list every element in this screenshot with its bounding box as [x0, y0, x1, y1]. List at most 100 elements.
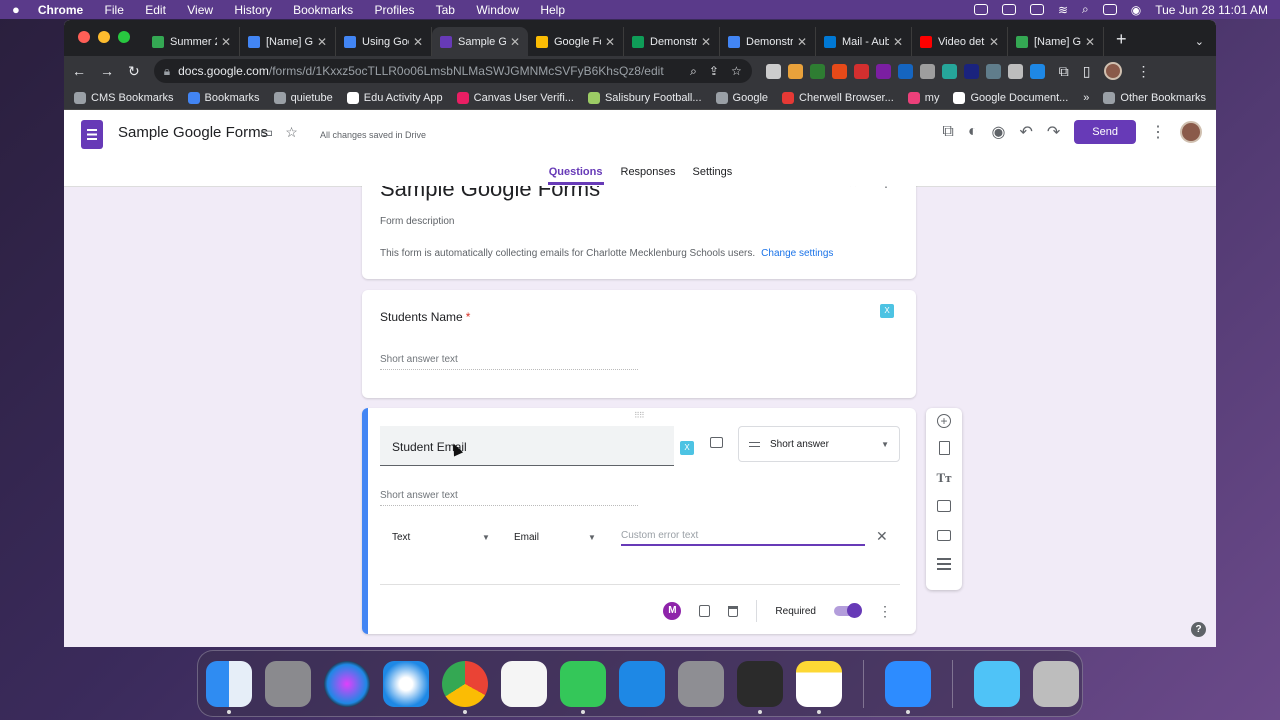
puzzle-icon[interactable]: ⧉ [1059, 63, 1069, 80]
control-center-icon[interactable] [1102, 4, 1117, 15]
validation-type-select[interactable]: Text ▼ [392, 532, 492, 543]
extension-icon[interactable] [897, 63, 913, 79]
browser-tab[interactable]: Demonstra ✕ [720, 27, 816, 56]
close-tab-icon[interactable]: ✕ [893, 35, 903, 49]
browser-tab[interactable]: [Name] Go ✕ [240, 27, 336, 56]
menu-file[interactable]: File [105, 3, 124, 17]
extension-icon[interactable] [919, 63, 935, 79]
browser-tab[interactable]: [Name] Go ✕ [1008, 27, 1104, 56]
forms-logo-icon[interactable] [81, 120, 103, 149]
trash-icon[interactable] [1033, 660, 1079, 707]
system-preferences-icon[interactable] [678, 660, 724, 707]
help-icon[interactable]: ? [1191, 622, 1206, 637]
launchpad-icon[interactable] [265, 660, 311, 707]
browser-tab[interactable]: Using Goo ✕ [336, 27, 432, 56]
extension-badge-icon[interactable]: X [880, 304, 894, 318]
star-icon[interactable]: ☆ [285, 124, 298, 141]
menu-app-name[interactable]: Chrome [38, 3, 83, 17]
record-icon[interactable] [973, 4, 988, 15]
extension-icon[interactable] [1029, 63, 1045, 79]
forward-icon[interactable]: → [100, 63, 114, 79]
reload-icon[interactable]: ↻ [128, 63, 140, 80]
bookmark-item[interactable]: Edu Activity App [346, 91, 443, 104]
sidepanel-icon[interactable]: ▯ [1083, 63, 1091, 80]
tab-questions[interactable]: Questions [547, 166, 604, 185]
browser-tab[interactable]: Google Fo ✕ [528, 27, 624, 56]
required-toggle[interactable] [834, 603, 862, 618]
apple-icon[interactable]: ● [12, 2, 20, 17]
minimize-window-button[interactable] [98, 31, 110, 43]
siri-icon[interactable]: ◉ [1131, 3, 1141, 17]
tab-search-chevron-icon[interactable]: ⌄ [1195, 35, 1204, 48]
close-tab-icon[interactable]: ✕ [989, 35, 999, 49]
menu-window[interactable]: Window [476, 3, 519, 17]
search-icon[interactable]: ⌕ [1082, 2, 1089, 17]
menu-history[interactable]: History [234, 3, 271, 17]
close-tab-icon[interactable]: ✕ [510, 35, 520, 49]
app-store-icon[interactable] [619, 660, 665, 707]
star-icon[interactable]: ☆ [731, 64, 742, 79]
extension-icon[interactable] [941, 63, 957, 79]
back-icon[interactable]: ← [72, 63, 86, 79]
question-card[interactable]: Students Name * X Short answer text [362, 290, 916, 398]
quicktime-icon[interactable] [737, 660, 783, 714]
chrome-icon[interactable] [442, 660, 488, 714]
screen-icon[interactable] [1001, 4, 1016, 15]
zoom-icon[interactable] [885, 660, 931, 714]
browser-tab[interactable]: Demonstra ✕ [624, 27, 720, 56]
menu-profiles[interactable]: Profiles [374, 3, 414, 17]
bookmark-item[interactable]: quietube [273, 91, 333, 104]
safari-icon[interactable] [383, 660, 429, 707]
wifi-icon[interactable]: ≋ [1058, 3, 1068, 17]
notes-icon[interactable] [796, 660, 842, 714]
close-tab-icon[interactable]: ✕ [317, 35, 327, 49]
add-question-icon[interactable]: + [937, 414, 951, 428]
close-tab-icon[interactable]: ✕ [797, 35, 807, 49]
extension-badge-icon[interactable]: X [680, 441, 694, 455]
bookmarks-overflow[interactable]: » [1083, 92, 1089, 104]
question-title-input[interactable]: Student Email [380, 426, 674, 466]
form-header-card[interactable]: Sample Google Forms ✕ ⋮ Form description… [362, 186, 916, 279]
zoom-icon[interactable]: ⌕ [690, 64, 697, 79]
account-avatar[interactable] [1180, 121, 1202, 143]
bookmark-item[interactable]: Google [715, 91, 768, 104]
browser-tab[interactable]: Summer 2 ✕ [144, 27, 240, 56]
battery-icon[interactable] [1029, 4, 1044, 15]
tab-responses[interactable]: Responses [621, 166, 676, 185]
extension-icon[interactable] [809, 63, 825, 79]
form-description[interactable]: Form description [380, 216, 454, 227]
validation-rule-select[interactable]: Email ▼ [514, 532, 602, 543]
extension-icon[interactable] [1007, 63, 1023, 79]
form-heading[interactable]: Sample Google Forms [380, 186, 600, 202]
menu-view[interactable]: View [187, 3, 213, 17]
more-options-icon[interactable]: ⋮ [1150, 122, 1166, 142]
menu-help[interactable]: Help [540, 3, 565, 17]
close-tab-icon[interactable]: ✕ [1085, 35, 1095, 49]
finder-icon[interactable] [206, 660, 252, 714]
browser-tab-active[interactable]: Sample Go ✕ [432, 27, 528, 56]
bookmark-item[interactable]: Google Document... [953, 91, 1068, 104]
other-bookmarks[interactable]: Other Bookmarks [1103, 91, 1206, 104]
more-icon[interactable]: ⋮ [880, 186, 892, 190]
browser-tab[interactable]: Video det ✕ [912, 27, 1008, 56]
preview-eye-icon[interactable]: ◉ [992, 122, 1006, 142]
bookmark-item[interactable]: Cherwell Browser... [782, 91, 894, 104]
add-video-icon[interactable] [936, 526, 952, 544]
undo-icon[interactable]: ↶ [1019, 122, 1032, 142]
chrome-menu-icon[interactable]: ⋮ [1136, 63, 1150, 80]
close-tab-icon[interactable]: ✕ [221, 35, 231, 49]
close-tab-icon[interactable]: ✕ [701, 35, 711, 49]
extension-icon[interactable] [787, 63, 803, 79]
new-tab-icon[interactable]: + [1116, 29, 1127, 50]
messages-icon[interactable] [560, 660, 606, 714]
remove-validation-icon[interactable]: ✕ [876, 528, 888, 545]
browser-tab[interactable]: Mail - Aub ✕ [816, 27, 912, 56]
bookmark-item[interactable]: my [907, 91, 939, 104]
close-window-button[interactable] [78, 31, 90, 43]
form-title-input[interactable]: Sample Google Forms [118, 124, 268, 141]
downloads-folder-icon[interactable] [974, 660, 1020, 707]
extension-icon[interactable] [875, 63, 891, 79]
drag-handle-icon[interactable]: ⠿⠿ [634, 411, 645, 420]
extension-icon[interactable] [765, 63, 781, 79]
question-type-select[interactable]: Short answer ▼ [738, 426, 900, 462]
